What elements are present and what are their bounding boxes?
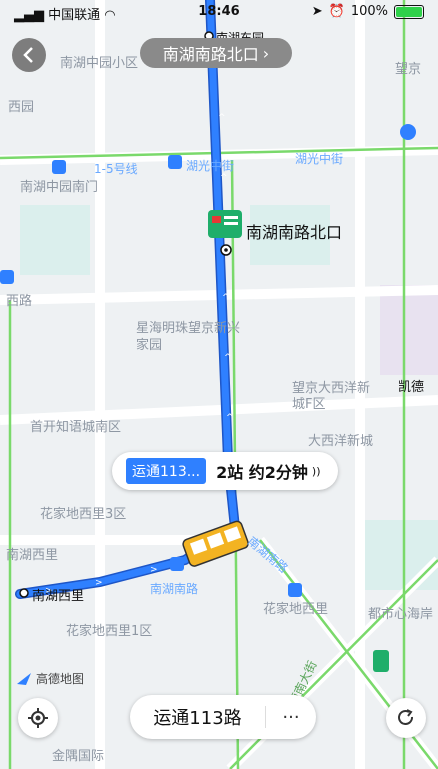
signal-icon: ▂▄▆: [14, 8, 44, 23]
place-label: 花家地西里3区: [40, 507, 127, 522]
svg-text:^: ^: [218, 113, 226, 123]
arrival-callout[interactable]: 运通113... 2站 约2分钟 )): [112, 452, 338, 490]
start-stop-label: 南湖西里: [32, 589, 85, 604]
place-label: 南湖中园小区: [60, 56, 139, 71]
place-label: 南湖西里: [6, 548, 59, 563]
place-label: 花家地西里: [263, 602, 329, 617]
place-label: 西园: [8, 100, 35, 115]
road-label: 湖光中街: [295, 152, 344, 166]
eta-text: 2站 约2分钟: [216, 463, 308, 482]
place-label: 大西洋新城: [308, 434, 374, 449]
place-label: 西路: [6, 294, 33, 309]
current-stop-label: 南湖南路北口: [246, 223, 343, 242]
battery-percent: 100%: [350, 4, 388, 19]
place-label: 望京: [395, 62, 422, 77]
svg-text:^: ^: [224, 353, 232, 363]
chevron-right-icon: ›: [262, 43, 270, 63]
location-arrow-icon: ➤: [311, 4, 323, 19]
carrier: 中国联通: [48, 8, 101, 23]
place-label: 南湖中园南门: [20, 180, 99, 195]
amap-logo: 高德地图: [16, 670, 84, 687]
place-label: 星海明珠望京新兴家园: [136, 321, 241, 353]
status-right: ➤ ⏰ 100%: [312, 4, 424, 19]
refresh-icon: [398, 709, 413, 725]
route-bar[interactable]: 运通113路 ···: [130, 695, 316, 739]
back-button[interactable]: [12, 38, 46, 72]
route-title-label: 南湖南路北口: [162, 45, 259, 64]
route-badge: 运通113...: [126, 458, 207, 484]
locate-icon: [28, 708, 48, 728]
svg-text:^: ^: [222, 293, 230, 303]
battery-icon: [394, 4, 424, 19]
wifi-icon: ◠: [104, 8, 116, 23]
refresh-button[interactable]: [386, 698, 426, 738]
amap-logo-text: 高德地图: [36, 672, 85, 686]
status-bar: ▂▄▆ 中国联通 ◠ 18:46 ➤ ⏰ 100%: [0, 0, 438, 23]
place-label: 首开知语城南区: [30, 420, 122, 435]
road-label: 南湖南路: [150, 582, 199, 596]
realtime-signal-icon: )): [311, 464, 321, 478]
alarm-icon: ⏰: [328, 4, 345, 19]
chevron-left-icon: [23, 47, 33, 63]
route-title-button[interactable]: 南湖南路北口 ›: [140, 38, 292, 68]
svg-text:^: ^: [226, 413, 234, 423]
amap-logo-icon: [17, 672, 31, 685]
place-label: 凯德: [398, 380, 425, 395]
place-label: 花家地西里1区: [66, 624, 153, 639]
metro-line-label: 1-5号线: [94, 162, 138, 176]
place-label: 都市心海岸: [368, 607, 434, 622]
place-label: 金隅国际: [52, 749, 105, 764]
route-name[interactable]: 运通113路: [130, 704, 265, 730]
locate-button[interactable]: [18, 698, 58, 738]
status-left: ▂▄▆ 中国联通 ◠: [14, 4, 116, 23]
place-label: 望京大西洋新城F区: [292, 381, 371, 412]
more-button[interactable]: ···: [266, 707, 316, 728]
svg-text:^: ^: [220, 173, 228, 183]
clock: 18:46: [198, 4, 240, 19]
svg-text:>: >: [150, 565, 158, 575]
road-label: 湖光中街: [186, 159, 235, 173]
svg-text:>: >: [95, 578, 103, 588]
